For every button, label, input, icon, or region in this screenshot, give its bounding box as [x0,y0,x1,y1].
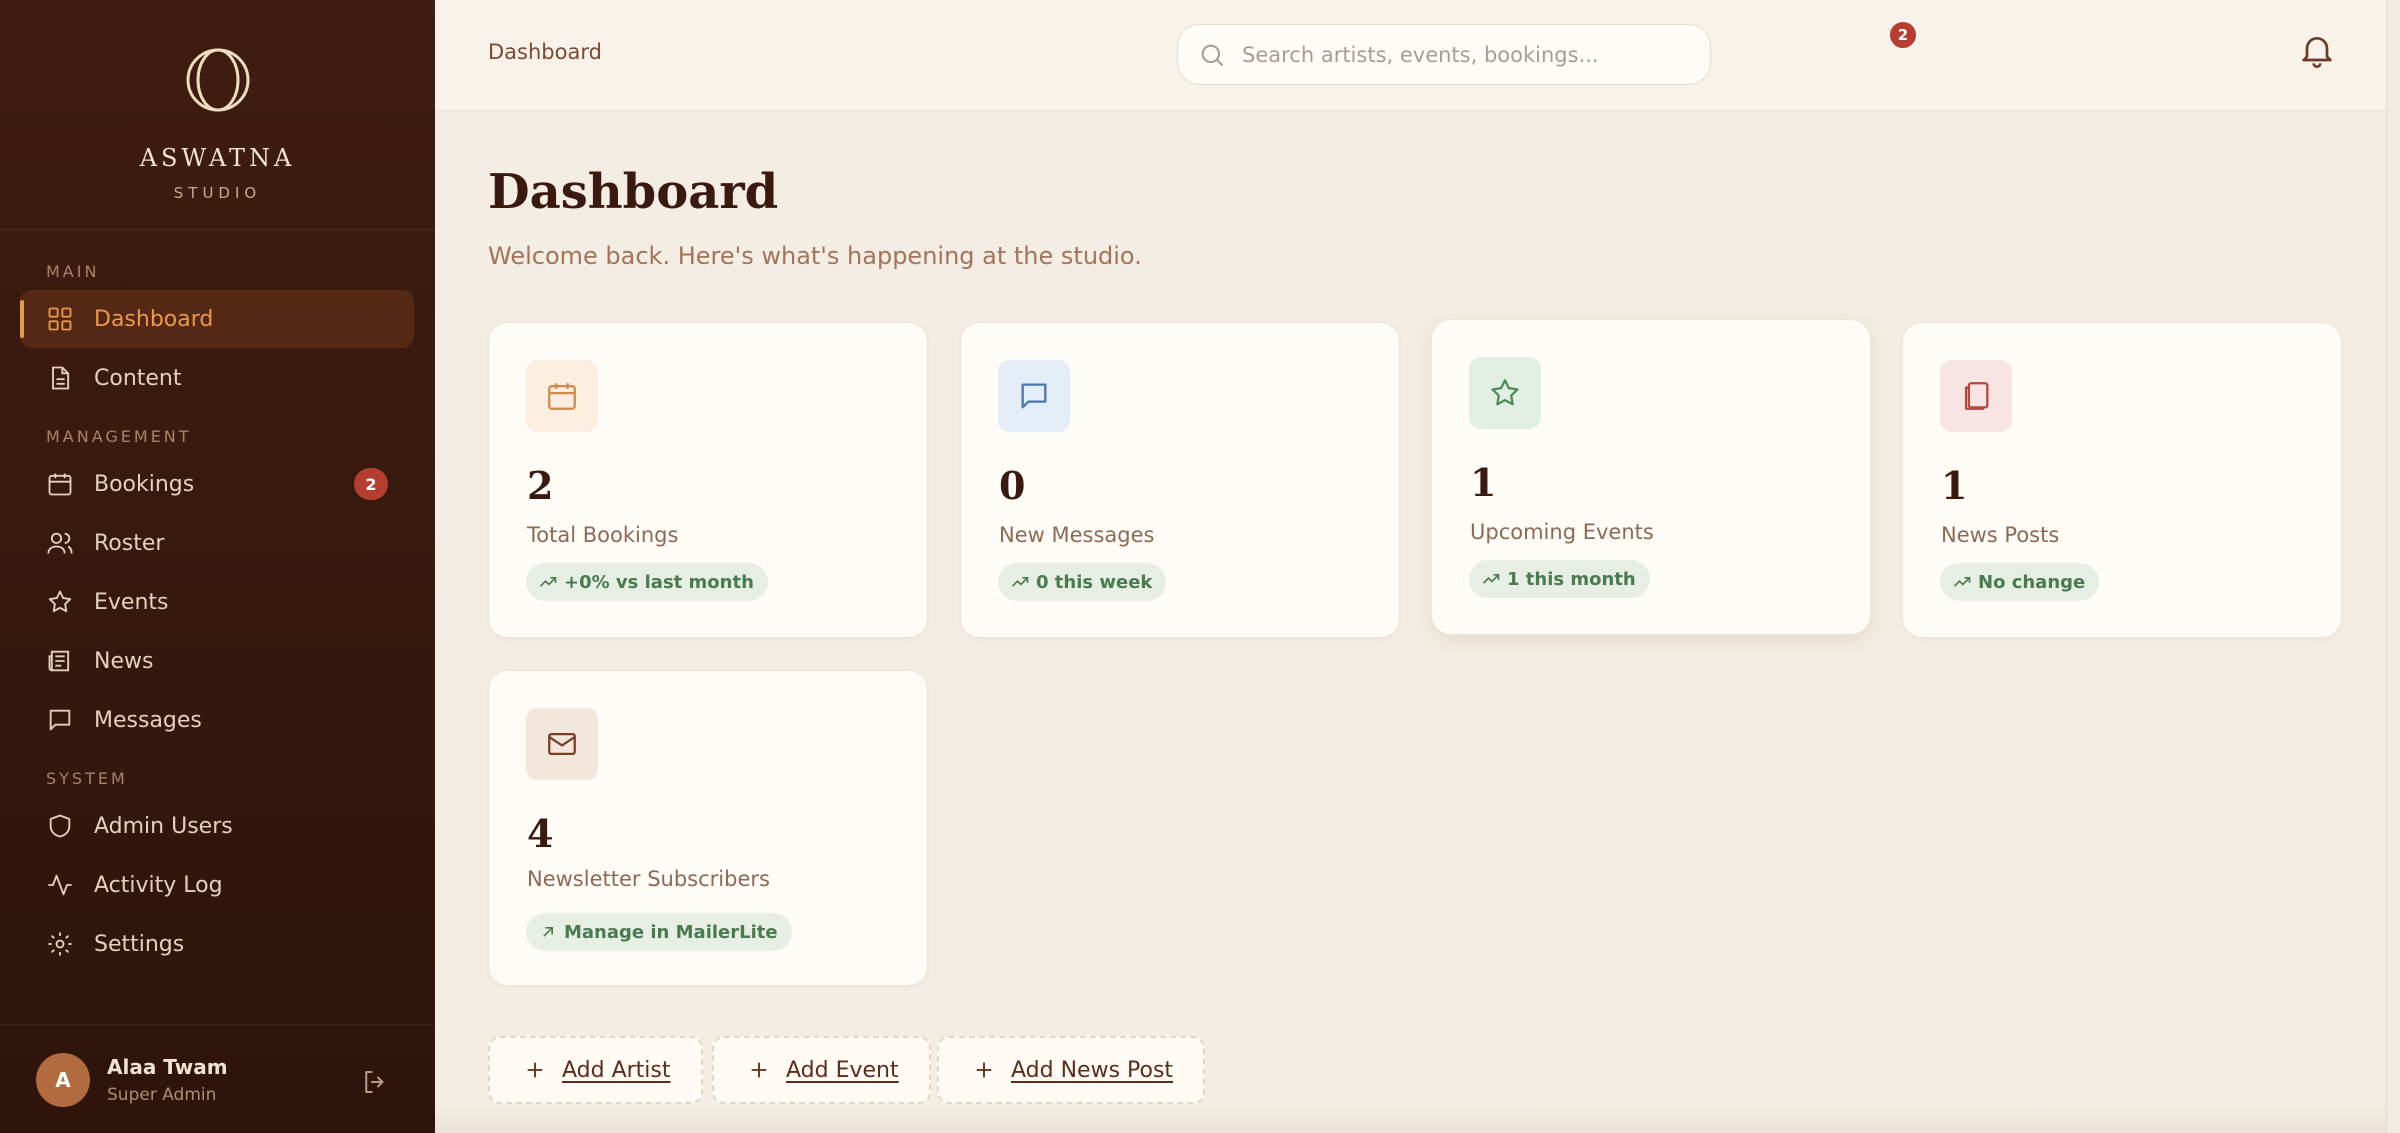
search-box[interactable] [1177,24,1711,85]
section-label-main: MAIN [46,262,100,281]
sidebar-item-bookings[interactable]: Bookings 2 [20,455,414,513]
section-label-system: SYSTEM [46,769,128,788]
user-role: Super Admin [107,1085,217,1105]
add-artist-label: Add Artist [562,1057,671,1083]
sidebar-item-label: Events [94,589,169,615]
sidebar-item-label: Messages [94,707,202,733]
sidebar-item-events[interactable]: Events [20,573,414,631]
stat-label: Upcoming Events [1470,520,1654,544]
star-icon [1469,357,1541,429]
stat-trend-text: 1 this month [1507,568,1636,590]
sidebar-item-label: Roster [94,530,165,556]
sidebar-item-activity-log[interactable]: Activity Log [20,856,414,914]
sidebar-item-label: Settings [94,931,185,957]
newspaper-icon [46,647,74,675]
sidebar-item-label: News [94,648,154,674]
stat-value: 1 [1470,460,1497,505]
trend-up-icon [1953,577,1971,587]
sidebar-item-label: Activity Log [94,872,223,898]
breadcrumb[interactable]: Dashboard [488,40,602,64]
trend-up-icon [539,577,557,587]
sidebar-item-settings[interactable]: Settings [20,915,414,973]
sidebar-item-roster[interactable]: Roster [20,514,414,572]
stat-card-upcoming-events[interactable]: 1 Upcoming Events 1 this month [1431,319,1871,635]
stat-trend-text: No change [1978,571,2086,593]
stat-value: 2 [527,463,554,508]
stat-trend-badge: No change [1940,563,2100,601]
stat-card-newsletter-subscribers[interactable]: 4 Newsletter Subscribers Manage in Maile… [488,670,928,986]
trend-up-icon [1011,577,1029,587]
stat-card-total-bookings[interactable]: 2 Total Bookings +0% vs last month [488,322,928,638]
calendar-icon [46,470,74,498]
calendar-icon [526,360,598,432]
stat-value: 1 [1941,463,1968,508]
bell-icon[interactable] [2297,30,2337,70]
grid-icon [46,305,74,333]
stat-label: New Messages [999,523,1155,547]
sidebar: ASWATNA STUDIO MAIN Dashboard Content MA… [0,0,435,1133]
brand-name: ASWATNA [139,144,296,172]
add-news-post-label: Add News Post [1011,1057,1174,1083]
message-icon [46,706,74,734]
sidebar-item-messages[interactable]: Messages [20,691,414,749]
search-icon [1201,44,1224,66]
stat-trend-badge: 0 this week [998,563,1167,601]
message-icon [998,360,1070,432]
add-event-button[interactable]: Add Event [712,1036,931,1104]
page-title: Dashboard [488,164,779,220]
external-link-icon [543,927,553,937]
avatar[interactable]: A [36,1053,90,1107]
sidebar-item-label: Content [94,365,182,391]
stat-trend-badge: 1 this month [1469,560,1650,598]
trend-up-icon [1482,574,1500,584]
stat-card-news-posts[interactable]: 1 News Posts No change [1902,322,2342,638]
users-icon [46,529,74,557]
gear-icon [46,930,74,958]
search-input[interactable] [1242,42,1682,67]
plus-icon [751,1062,767,1078]
mail-icon [526,708,598,780]
sidebar-item-label: Admin Users [94,813,233,839]
pages-icon [1940,360,2012,432]
stat-trend-text: +0% vs last month [564,571,754,593]
stat-trend-text: 0 this week [1036,571,1153,593]
user-name: Alaa Twam [107,1055,228,1079]
notification-badge: 2 [1888,20,1918,50]
add-news-post-button[interactable]: Add News Post [937,1036,1206,1104]
add-event-label: Add Event [786,1057,899,1083]
section-label-management: MANAGEMENT [46,427,192,446]
logout-icon[interactable] [360,1067,390,1097]
user-profile: A Alaa Twam Super Admin [0,1024,435,1133]
bookings-count-badge: 2 [354,468,388,500]
brand-subtitle: STUDIO [173,184,262,202]
sidebar-item-label: Dashboard [94,306,214,332]
mailerlite-link[interactable]: Manage in MailerLite [526,913,792,951]
stat-label: News Posts [1941,523,2060,547]
plus-icon [976,1062,992,1078]
sidebar-item-label: Bookings [94,471,195,497]
stat-trend-badge: +0% vs last month [526,563,768,601]
stat-card-new-messages[interactable]: 0 New Messages 0 this week [960,322,1400,638]
brand: ASWATNA STUDIO [0,0,435,230]
sidebar-item-dashboard[interactable]: Dashboard [20,290,414,348]
bottom-fade [435,1103,2386,1133]
stat-trend-text: Manage in MailerLite [564,921,778,943]
shield-icon [46,812,74,840]
stat-value: 4 [527,811,554,856]
stat-value: 0 [999,463,1026,508]
stat-label: Total Bookings [527,523,679,547]
sidebar-item-content[interactable]: Content [20,349,414,407]
document-icon [46,364,74,392]
topbar: Dashboard [435,0,2400,111]
sidebar-item-admin-users[interactable]: Admin Users [20,797,414,855]
sidebar-item-news[interactable]: News [20,632,414,690]
activity-icon [46,871,74,899]
scrollbar[interactable] [2386,0,2400,1133]
stat-label: Newsletter Subscribers [527,867,770,891]
star-icon [46,588,74,616]
plus-icon [527,1062,543,1078]
brand-logo-icon [186,48,250,112]
add-artist-button[interactable]: Add Artist [488,1036,703,1104]
page-subtitle: Welcome back. Here's what's happening at… [488,242,1142,270]
